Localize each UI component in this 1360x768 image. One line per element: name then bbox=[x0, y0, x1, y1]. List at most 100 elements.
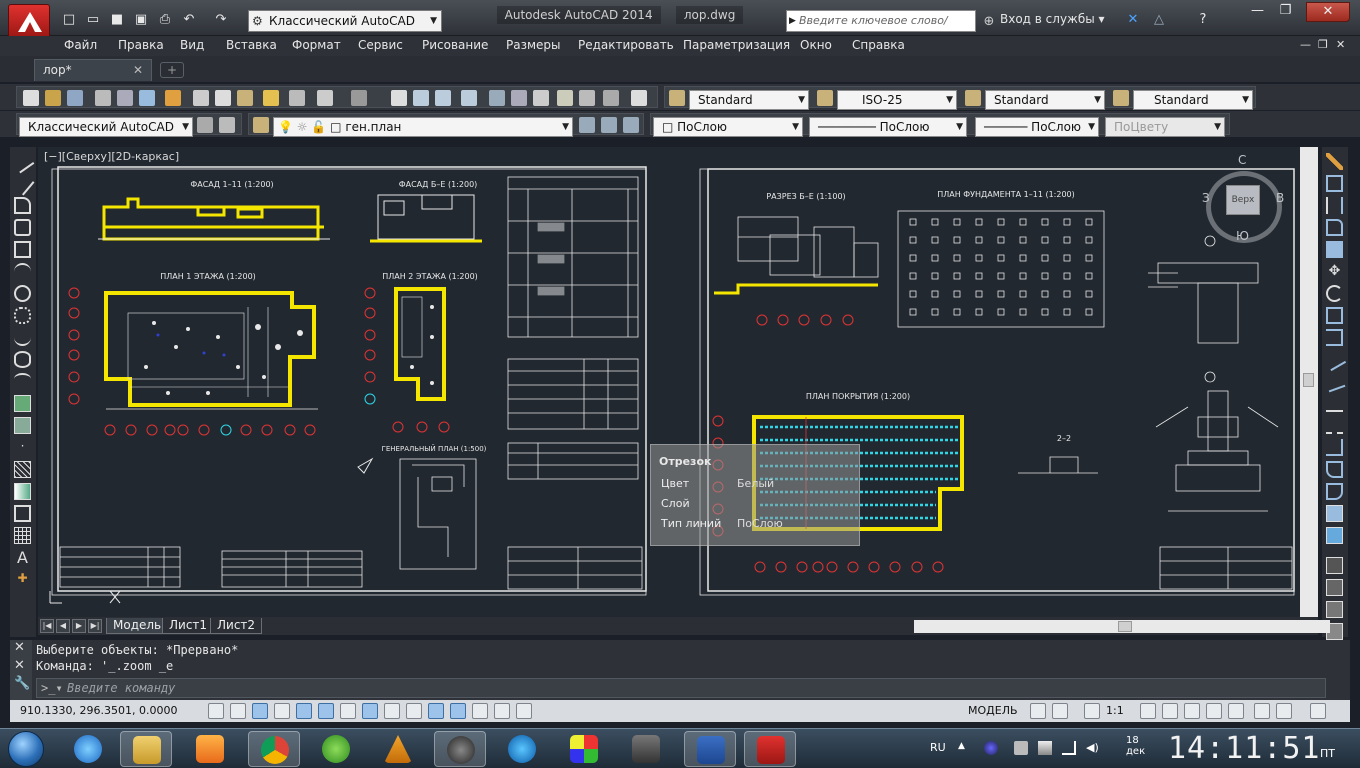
stretch-icon[interactable] bbox=[1326, 329, 1343, 346]
object-snap-icon[interactable] bbox=[318, 703, 334, 719]
vertical-scrollbar[interactable] bbox=[1300, 147, 1318, 617]
taskbar-word[interactable] bbox=[684, 731, 736, 767]
workspace-selector[interactable]: ⚙ Классический AutoCAD ▼ bbox=[248, 10, 442, 32]
taskbar-autocad[interactable] bbox=[744, 731, 796, 767]
rotate-icon[interactable] bbox=[1326, 285, 1343, 302]
cut-icon[interactable] bbox=[193, 90, 209, 106]
insert-block-icon[interactable] bbox=[14, 395, 31, 412]
hardware-acceleration-icon[interactable] bbox=[1228, 703, 1244, 719]
doc-minimize-button[interactable]: — bbox=[1300, 38, 1311, 51]
line-icon[interactable] bbox=[10, 149, 35, 174]
maximize-button[interactable]: ❐ bbox=[1272, 2, 1299, 22]
last-layout-button[interactable]: ▶| bbox=[88, 619, 102, 633]
undo-icon[interactable] bbox=[317, 90, 333, 106]
polygon-icon[interactable] bbox=[14, 219, 31, 236]
redo-icon[interactable] bbox=[351, 90, 367, 106]
3d-object-snap-icon[interactable] bbox=[340, 703, 356, 719]
taskbar-archicad[interactable] bbox=[372, 731, 424, 767]
draworder-back-icon[interactable] bbox=[1326, 601, 1343, 618]
close-icon[interactable]: ✕ bbox=[14, 640, 25, 655]
scale-icon[interactable] bbox=[1326, 307, 1343, 324]
polar-tracking-icon[interactable] bbox=[296, 703, 312, 719]
publish-icon[interactable] bbox=[139, 90, 155, 106]
redo-icon[interactable]: ↷ bbox=[212, 11, 230, 29]
tab-model[interactable]: Модель bbox=[106, 618, 169, 634]
menu-format[interactable]: Формат bbox=[292, 38, 341, 52]
compass-east[interactable]: В bbox=[1276, 191, 1284, 205]
tool-palettes-icon[interactable] bbox=[533, 90, 549, 106]
signin-button[interactable]: Вход в службы ▾ bbox=[1000, 12, 1105, 26]
plot-icon[interactable] bbox=[95, 90, 111, 106]
language-indicator[interactable]: RU bbox=[930, 741, 946, 754]
spline-icon[interactable] bbox=[14, 329, 31, 346]
viewport-controls[interactable]: [−][Сверху][2D-каркас] bbox=[44, 150, 179, 163]
zoom-window-icon[interactable] bbox=[435, 90, 451, 106]
quick-properties-icon[interactable] bbox=[472, 703, 488, 719]
dim-style-icon[interactable] bbox=[817, 90, 833, 106]
open-icon[interactable] bbox=[45, 90, 61, 106]
viewcube[interactable]: Верх С Ю З В bbox=[1200, 153, 1290, 245]
lineweight-icon[interactable] bbox=[428, 703, 444, 719]
file-tab[interactable]: лор* ✕ bbox=[34, 59, 152, 81]
color-select[interactable]: □ ПоСлою ▼ bbox=[653, 117, 803, 137]
new-tab-button[interactable]: + bbox=[160, 62, 184, 78]
text-style-select[interactable]: Standard ▼ bbox=[689, 90, 809, 110]
gradient-icon[interactable] bbox=[14, 483, 31, 500]
blend-icon[interactable] bbox=[1326, 505, 1343, 522]
break-icon[interactable] bbox=[1326, 417, 1343, 434]
dynamic-ucs-icon[interactable] bbox=[384, 703, 400, 719]
doc-close-button[interactable]: ✕ bbox=[1336, 38, 1345, 51]
show-hidden-icons[interactable]: ▲ bbox=[958, 741, 972, 755]
mirror-icon[interactable] bbox=[1326, 197, 1343, 214]
prev-layout-button[interactable]: ◀ bbox=[56, 619, 70, 633]
block-editor-icon[interactable] bbox=[289, 90, 305, 106]
move-icon[interactable]: ✥ bbox=[1326, 263, 1343, 280]
dim-style-select[interactable]: ISO-25 ▼ bbox=[837, 90, 957, 110]
workspace-switching-icon[interactable] bbox=[1184, 703, 1200, 719]
help-icon[interactable]: ? bbox=[1194, 11, 1212, 29]
mleader-style-icon[interactable] bbox=[1113, 90, 1129, 106]
table-style-icon[interactable] bbox=[965, 90, 981, 106]
match-properties-icon[interactable] bbox=[263, 90, 279, 106]
quick-view-drawings-icon[interactable] bbox=[1052, 703, 1068, 719]
open-folder-icon[interactable]: ▭ bbox=[84, 11, 102, 29]
circle-icon[interactable] bbox=[14, 285, 31, 302]
close-tab-icon[interactable]: ✕ bbox=[133, 60, 143, 80]
properties-icon[interactable] bbox=[489, 90, 505, 106]
viewcube-top-face[interactable]: Верх bbox=[1226, 185, 1260, 215]
join-icon[interactable] bbox=[1326, 439, 1343, 456]
trim-icon[interactable] bbox=[1322, 347, 1347, 372]
vertical-scroll-thumb[interactable] bbox=[1303, 373, 1314, 387]
menu-parametric[interactable]: Параметризация bbox=[683, 38, 790, 52]
infer-constraints-icon[interactable] bbox=[208, 703, 224, 719]
start-button[interactable] bbox=[4, 729, 48, 768]
layer-previous-icon[interactable] bbox=[601, 117, 617, 133]
binoculars-icon[interactable]: ⊕ bbox=[980, 13, 998, 31]
menu-window[interactable]: Окно bbox=[800, 38, 832, 52]
tab-layout1[interactable]: Лист1 bbox=[162, 618, 215, 634]
clean-screen-icon[interactable] bbox=[1310, 703, 1326, 719]
add-selected-icon[interactable]: ✚ bbox=[14, 571, 31, 588]
zoom-previous-icon[interactable] bbox=[461, 90, 477, 106]
revision-cloud-icon[interactable] bbox=[14, 307, 31, 324]
new-file-icon[interactable]: □ bbox=[60, 11, 78, 29]
markup-icon[interactable] bbox=[579, 90, 595, 106]
sheet-set-icon[interactable] bbox=[557, 90, 573, 106]
close-icon-secondary[interactable]: ✕ bbox=[14, 658, 25, 673]
minimize-button[interactable]: — bbox=[1244, 2, 1271, 22]
array-icon[interactable] bbox=[1326, 241, 1343, 258]
clean-screen-icon[interactable] bbox=[219, 117, 235, 133]
search-input[interactable]: ▶ Введите ключевое слово/фразу bbox=[786, 10, 976, 47]
next-layout-button[interactable]: ▶ bbox=[72, 619, 86, 633]
make-block-icon[interactable] bbox=[14, 417, 31, 434]
close-button[interactable]: ✕ bbox=[1306, 2, 1350, 22]
snap-mode-icon[interactable] bbox=[230, 703, 246, 719]
command-input[interactable]: >_▾ Введите команду bbox=[36, 678, 1326, 698]
save-as-icon[interactable]: ▣ bbox=[132, 11, 150, 29]
tray-monitor-icon[interactable] bbox=[1038, 741, 1052, 755]
menu-modify[interactable]: Редактировать bbox=[578, 38, 674, 52]
menu-insert[interactable]: Вставка bbox=[226, 38, 277, 52]
design-center-icon[interactable] bbox=[511, 90, 527, 106]
hatch-icon[interactable] bbox=[14, 461, 31, 478]
clock[interactable]: 14:11:51 bbox=[1168, 731, 1321, 766]
